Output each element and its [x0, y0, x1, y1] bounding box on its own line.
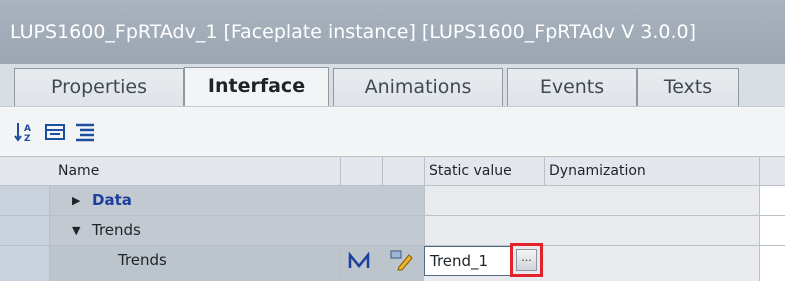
row-label-trends-group: Trends: [92, 221, 141, 239]
tab-texts[interactable]: Texts: [637, 68, 739, 106]
column-header-icon2: [382, 157, 424, 186]
row-gutter: [0, 246, 50, 281]
tab-interface[interactable]: Interface: [184, 67, 329, 107]
tab-animations[interactable]: Animations: [333, 68, 503, 106]
edit-pencil-icon[interactable]: [389, 249, 415, 271]
tab-properties[interactable]: Properties: [14, 68, 184, 106]
row-label-data: Data: [92, 191, 132, 209]
row-gutter: [0, 186, 50, 215]
column-header-extra: [759, 157, 785, 186]
trend-type-icon: [348, 252, 370, 268]
interface-grid: Name Static value Dynamization ▶ Data ▼ …: [0, 156, 785, 281]
table-row[interactable]: Trends Trend_1 ...: [0, 243, 785, 281]
window-title: LUPS1600_FpRTAdv_1 [Faceplate instance] …: [0, 0, 785, 64]
svg-text:Z: Z: [24, 134, 31, 143]
highlight-box: ...: [510, 243, 543, 277]
row-gutter: [0, 216, 50, 245]
column-header-dynamization[interactable]: Dynamization: [544, 157, 759, 186]
sort-az-icon[interactable]: A Z: [14, 121, 36, 143]
table-row[interactable]: ▼ Trends: [0, 216, 785, 246]
collapse-all-icon[interactable]: [44, 121, 66, 143]
tab-events[interactable]: Events: [507, 68, 637, 106]
column-header-name[interactable]: Name: [50, 157, 340, 186]
ellipsis-button[interactable]: ...: [516, 249, 537, 271]
grid-header: Name Static value Dynamization: [0, 156, 785, 186]
static-value-field[interactable]: Trend_1: [424, 246, 512, 276]
toolbar: A Z: [0, 106, 785, 156]
table-row[interactable]: ▶ Data: [0, 186, 785, 216]
row-label-trends-item: Trends: [118, 251, 167, 269]
tab-strip: Properties Interface Animations Events T…: [0, 64, 785, 107]
svg-text:A: A: [24, 124, 31, 134]
column-header-static-value[interactable]: Static value: [424, 157, 544, 186]
expand-arrow-icon[interactable]: ▶: [72, 186, 80, 215]
collapse-arrow-icon[interactable]: ▼: [72, 216, 80, 245]
expand-all-icon[interactable]: [74, 121, 96, 143]
column-header-icon1: [340, 157, 382, 186]
